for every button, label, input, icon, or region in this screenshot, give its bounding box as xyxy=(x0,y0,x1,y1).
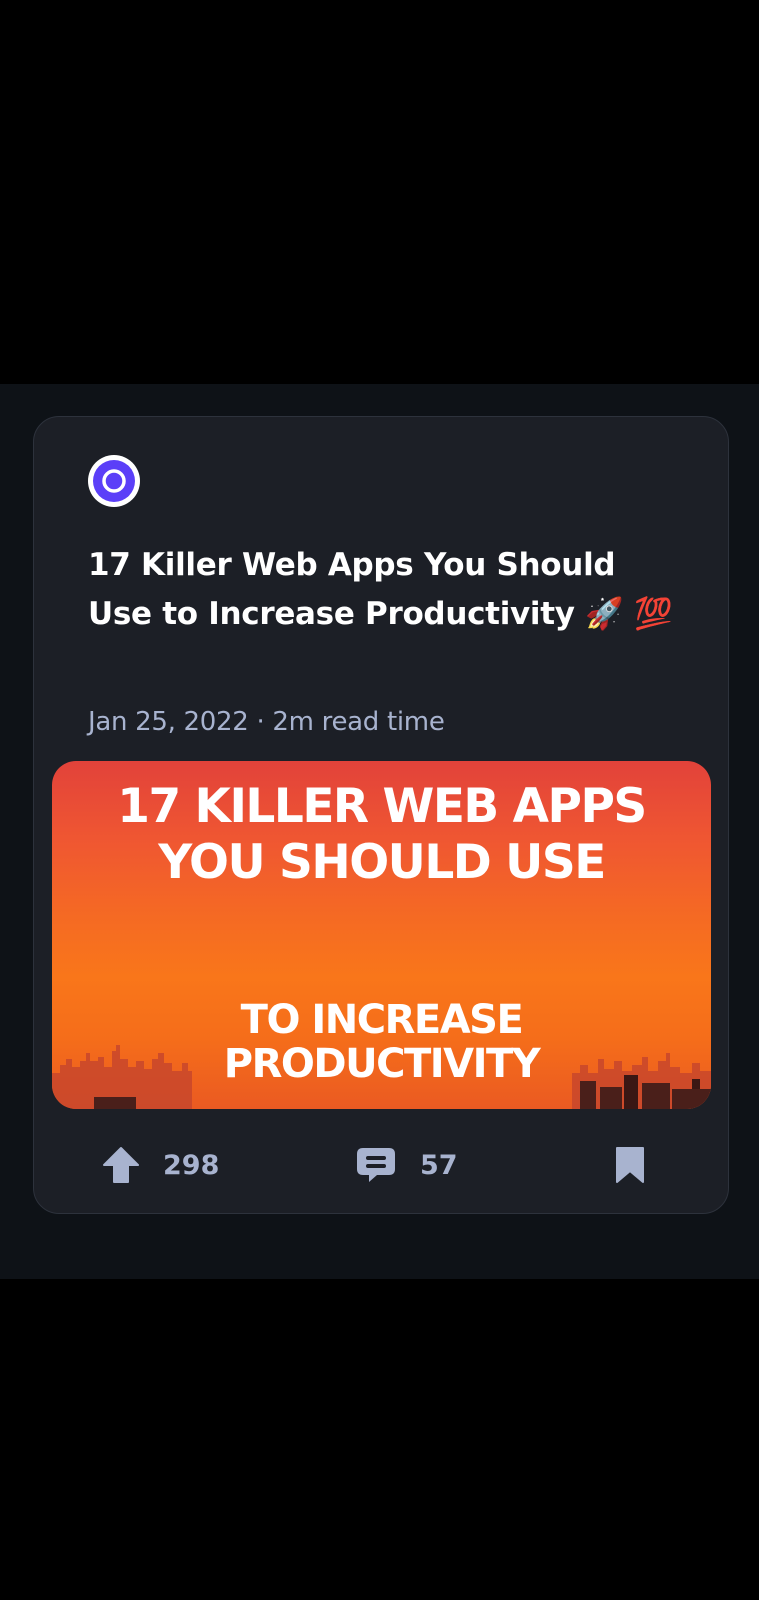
bookmark-icon xyxy=(616,1147,644,1183)
post-actions: 298 57 xyxy=(34,1125,730,1205)
source-avatar[interactable] xyxy=(88,455,140,507)
cover-text-line-2: YOU SHOULD USE xyxy=(158,835,606,890)
source-logo-icon xyxy=(93,460,135,502)
cover-text-line-4: PRODUCTIVITY xyxy=(223,1041,541,1087)
upvote-button[interactable]: 298 xyxy=(101,1125,219,1205)
bookmark-button[interactable] xyxy=(612,1125,648,1205)
cover-text-line-1: 17 KILLER WEB APPS xyxy=(117,779,647,834)
post-title[interactable]: 17 Killer Web Apps You Should Use to Inc… xyxy=(88,541,688,639)
post-meta: Jan 25, 2022 · 2m read time xyxy=(88,707,445,737)
cover-text-line-3: TO INCREASE xyxy=(240,997,524,1043)
feed-section: 17 Killer Web Apps You Should Use to Inc… xyxy=(0,384,759,1279)
comment-icon xyxy=(357,1148,395,1182)
post-cover-image[interactable]: 17 KILLER WEB APPS YOU SHOULD USE TO INC… xyxy=(52,761,711,1109)
upvote-arrow-icon xyxy=(103,1147,139,1183)
upvote-count: 298 xyxy=(163,1149,220,1181)
comment-button[interactable]: 57 xyxy=(354,1125,458,1205)
comment-count: 57 xyxy=(420,1149,458,1181)
screen: 17 Killer Web Apps You Should Use to Inc… xyxy=(0,0,759,1600)
post-card[interactable]: 17 Killer Web Apps You Should Use to Inc… xyxy=(33,416,729,1214)
